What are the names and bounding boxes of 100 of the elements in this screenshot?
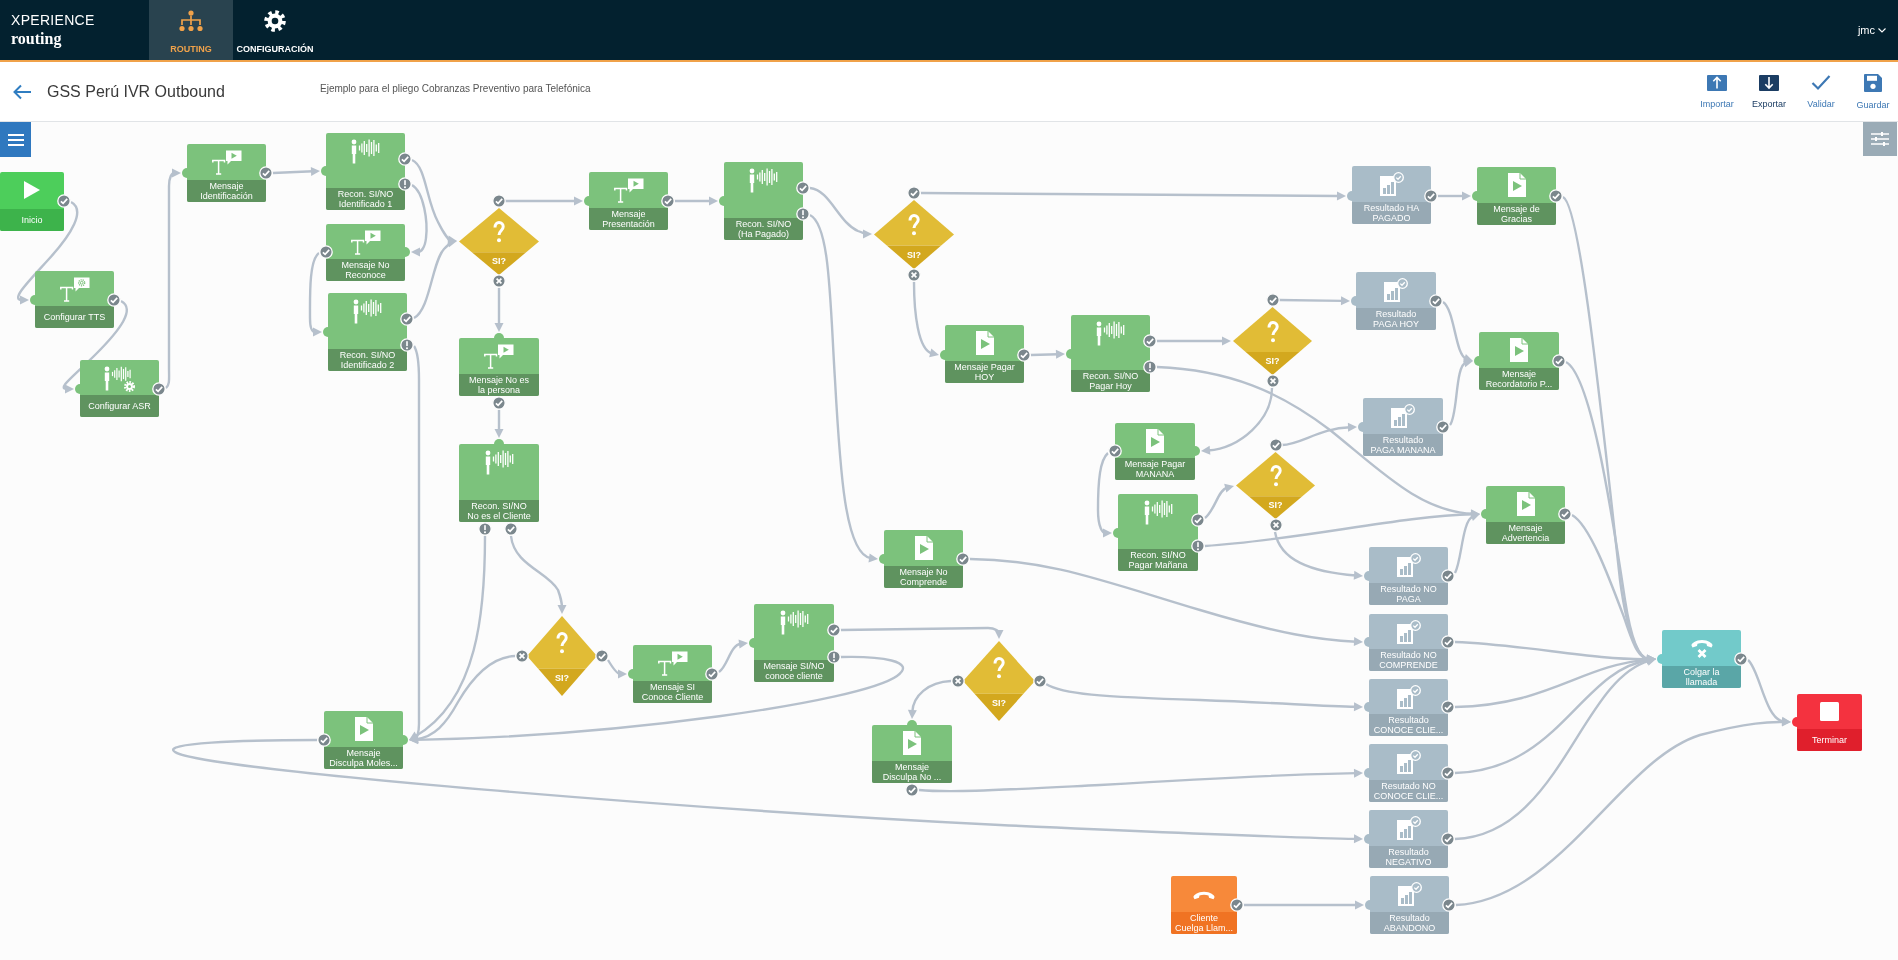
check-icon[interactable] [1033,674,1047,688]
input-port[interactable] [1364,702,1369,712]
check-icon[interactable] [1424,189,1438,203]
flow-node[interactable]: Recon. SI/NO Pagar Hoy [1071,315,1150,392]
check-icon[interactable] [152,382,166,396]
flow-node[interactable]: Resultado ABANDONO [1370,876,1449,934]
flow-node[interactable]: Configurar TTS [35,271,114,328]
flow-node[interactable]: Mensaje Pagar HOY [945,325,1024,383]
flow-node[interactable]: Mensaje Disculpa No ... [872,725,952,783]
check-icon[interactable] [107,293,121,307]
cross-icon[interactable] [515,649,529,663]
check-icon[interactable] [1108,444,1122,458]
back-arrow-icon[interactable] [12,83,32,100]
cross-icon[interactable] [1265,374,1280,388]
check-icon[interactable] [319,245,333,259]
input-port[interactable] [1358,422,1363,432]
check-icon[interactable] [905,783,919,797]
check-icon[interactable] [956,552,970,566]
flow-node[interactable]: Recon. SI/NO Pagar Mañana [1118,494,1198,571]
flow-node[interactable]: Mensaje Recordatorio P... [1479,332,1559,390]
decision-diamond[interactable] [527,616,597,696]
check-icon[interactable] [400,312,414,326]
menu-button[interactable] [0,122,31,157]
flow-node[interactable]: Configurar ASR [80,360,159,417]
check-icon[interactable] [705,667,719,681]
validate-button[interactable]: Validar [1796,74,1846,109]
export-button[interactable]: Exportar [1744,74,1794,109]
check-icon[interactable] [1265,293,1280,307]
nav-tab[interactable]: CONFIGURACIÓN [233,0,317,60]
input-port[interactable] [1066,349,1071,359]
flow-node[interactable]: Mensaje SI/NO conoce cliente [754,604,834,682]
flow-node[interactable]: Resultado NO PAGA [1369,547,1448,605]
flow-node[interactable]: Resutado NO CONOCE CLIE... [1369,744,1448,802]
exclamation-icon[interactable] [398,177,412,191]
flow-node[interactable]: Mensaje No Reconoce [326,224,405,281]
check-icon[interactable] [1268,438,1283,452]
cross-icon[interactable] [951,674,965,688]
check-icon[interactable] [1441,832,1455,846]
nav-tab[interactable]: ROUTING [149,0,233,60]
check-icon[interactable] [661,194,675,208]
input-port[interactable] [1472,191,1477,201]
input-port[interactable] [584,196,589,206]
input-port[interactable] [494,439,504,444]
decision-diamond[interactable] [459,208,539,275]
input-port[interactable] [907,720,917,725]
flow-node[interactable]: Recon. SI/NO Identificado 1 [326,133,405,210]
flow-node[interactable]: Cliente Cuelga Llam... [1171,876,1237,934]
check-icon[interactable] [595,649,609,663]
flow-node[interactable]: Mensaje Identificación [187,144,266,202]
cross-icon[interactable] [492,274,506,288]
check-icon[interactable] [1191,513,1205,527]
cross-icon[interactable] [1268,518,1283,532]
import-button[interactable]: Importar [1692,74,1742,109]
flow-node[interactable]: Inicio [0,172,64,231]
flow-node[interactable]: Mensaje No Comprende [884,530,963,588]
flow-node[interactable]: Mensaje SI Conoce Cliente [633,645,712,703]
check-icon[interactable] [1017,348,1031,362]
input-port[interactable] [1474,356,1479,366]
flow-node[interactable]: Mensaje No es la persona [459,338,539,396]
flow-node[interactable]: Resultado PAGA MANANA [1363,398,1443,456]
flow-node[interactable]: Mensaje Disculpa Moles... [324,711,403,769]
input-port[interactable] [323,327,328,337]
flow-node[interactable]: Terminar [1797,694,1862,751]
input-port[interactable] [30,295,35,305]
decision-diamond[interactable] [1233,307,1312,375]
save-button[interactable]: Guardar [1848,73,1898,110]
check-icon[interactable] [1436,420,1450,434]
flow-node[interactable]: Recon. SI/NO No es el Cliente [459,444,539,522]
decision-diamond[interactable] [1236,452,1315,519]
input-port[interactable] [321,166,326,176]
check-icon[interactable] [398,152,412,166]
check-icon[interactable] [1441,766,1455,780]
input-port[interactable] [1195,446,1200,456]
input-port[interactable] [1364,834,1369,844]
flow-node[interactable]: Mensaje de Gracias [1477,167,1556,225]
flow-node[interactable]: Resultado NO COMPRENDE [1369,614,1448,671]
flow-node[interactable]: Resultado PAGA HOY [1356,272,1436,330]
check-icon[interactable] [1230,898,1244,912]
input-port[interactable] [1351,296,1356,306]
input-port[interactable] [403,735,408,745]
input-port[interactable] [182,168,187,178]
decision-diamond[interactable] [874,200,954,269]
check-icon[interactable] [504,522,518,536]
exclamation-icon[interactable] [400,338,414,352]
exclamation-icon[interactable] [478,522,492,536]
input-port[interactable] [1364,637,1369,647]
flow-node[interactable]: Recon. SI/NO Identificado 2 [328,293,407,371]
check-icon[interactable] [57,194,71,208]
flow-node[interactable]: Recon. SI/NO (Ha Pagado) [724,162,803,240]
check-icon[interactable] [1734,652,1748,666]
flow-node[interactable]: Mensaje Advertencia [1486,486,1565,544]
check-icon[interactable] [1549,189,1563,203]
check-icon[interactable] [796,181,810,195]
input-port[interactable] [719,196,724,206]
input-port[interactable] [1365,900,1370,910]
input-port[interactable] [1347,191,1352,201]
flow-node[interactable]: Resultado CONOCE CLIE... [1369,679,1448,736]
cross-icon[interactable] [907,268,921,282]
input-port[interactable] [1113,528,1118,538]
input-port[interactable] [405,247,410,257]
